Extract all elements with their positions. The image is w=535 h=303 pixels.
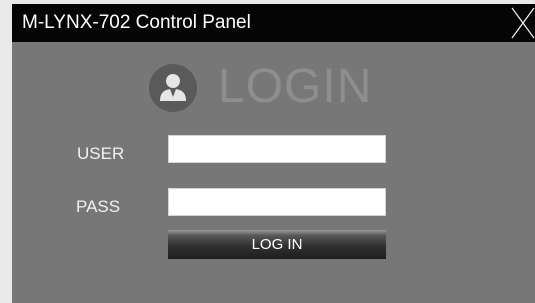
control-panel-window: M-LYNX-702 Control Panel LOGIN USER PASS… [12,4,535,303]
user-label: USER [77,144,125,163]
window-title: M-LYNX-702 Control Panel [22,12,251,33]
login-title: LOGIN [218,60,373,113]
login-heading: LOGIN [148,60,398,114]
close-icon[interactable] [510,4,535,42]
login-button[interactable]: LOG IN [168,230,386,259]
pass-label: PASS [76,197,121,216]
password-input[interactable] [168,188,386,216]
user-icon [148,63,198,113]
title-bar: M-LYNX-702 Control Panel [12,4,535,42]
user-input[interactable] [168,135,386,163]
